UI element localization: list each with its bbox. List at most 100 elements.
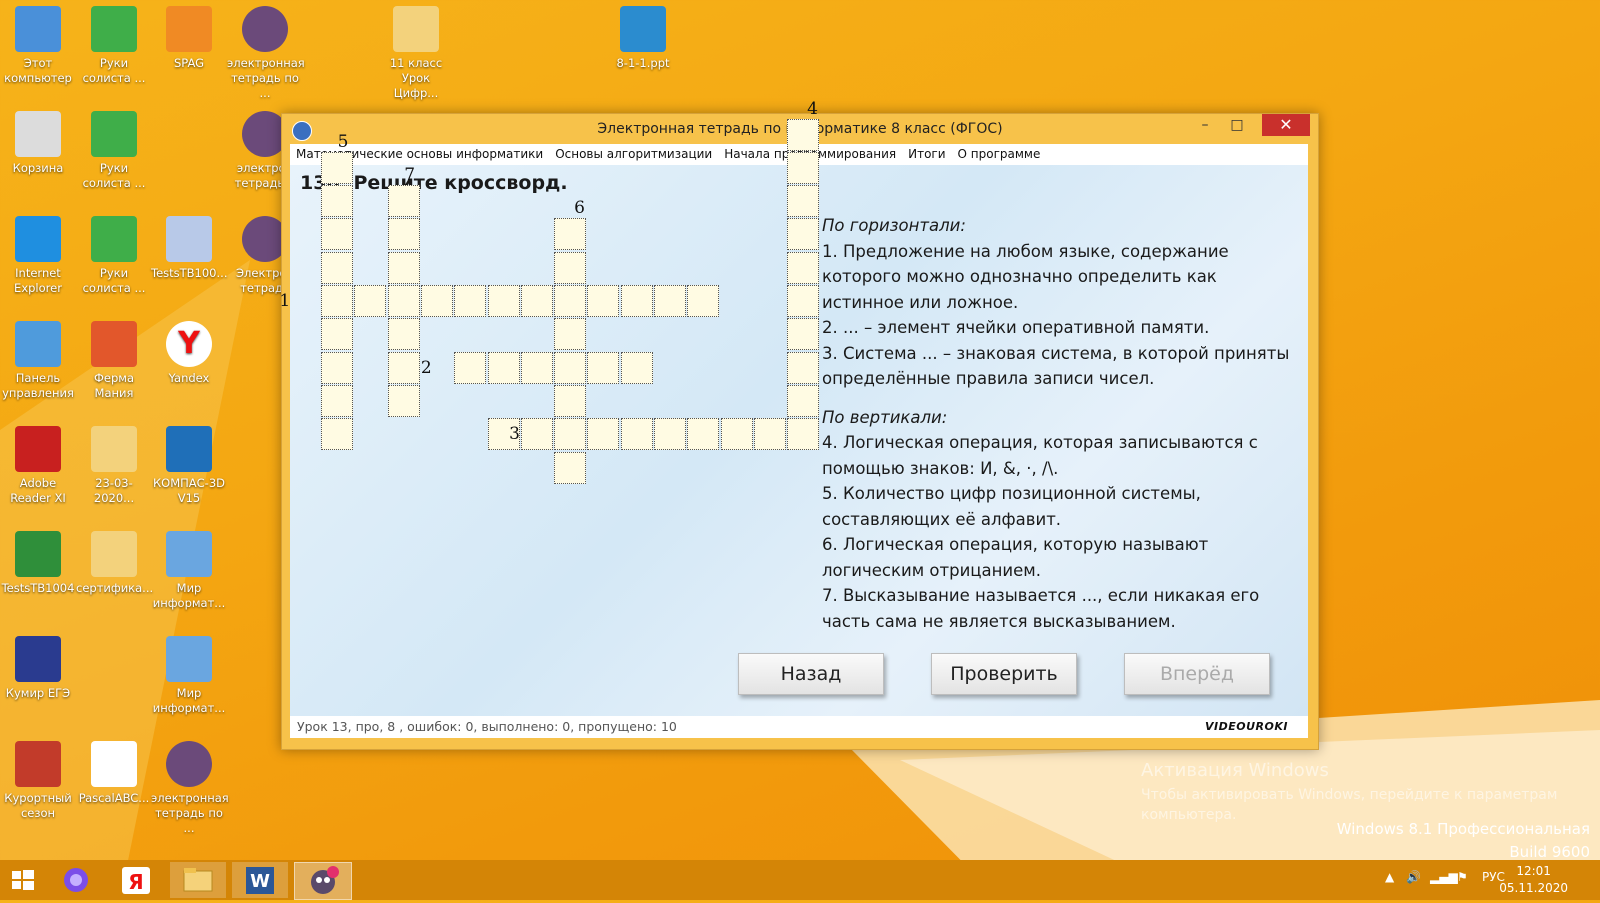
desktop-icon[interactable]: Курортный сезон	[0, 741, 76, 821]
desktop-icon[interactable]: Мир информат...	[151, 636, 227, 716]
crossword-cell[interactable]	[387, 351, 420, 384]
crossword-cell[interactable]	[687, 418, 720, 451]
desktop-icon[interactable]: TestsTB1004	[0, 531, 76, 596]
desktop-icon[interactable]: КОМПАС-3D V15	[151, 426, 227, 506]
desktop-icon[interactable]: Кумир ЕГЭ	[0, 636, 76, 701]
taskbar-word[interactable]: W	[232, 862, 288, 898]
crossword-cell[interactable]	[520, 351, 553, 384]
action-center-icon[interactable]: ⚑	[1457, 870, 1468, 884]
desktop-icon[interactable]: Ферма Мания	[76, 321, 152, 401]
crossword-cell[interactable]	[720, 418, 753, 451]
crossword-cell[interactable]	[387, 251, 420, 284]
crossword-cell[interactable]	[454, 351, 487, 384]
crossword-cell[interactable]	[587, 285, 620, 317]
desktop-icon[interactable]: Adobe Reader XI	[0, 426, 76, 506]
crossword-cell[interactable]	[321, 351, 353, 384]
crossword-cell[interactable]	[554, 351, 587, 384]
crossword-cell[interactable]	[454, 285, 487, 317]
crossword-cell[interactable]	[520, 285, 553, 317]
close-button[interactable]: ✕	[1262, 114, 1310, 136]
crossword-cell[interactable]	[554, 384, 587, 417]
back-button[interactable]: Назад	[738, 653, 884, 695]
maximize-button[interactable]: □	[1222, 114, 1252, 136]
crossword-cell[interactable]	[787, 384, 820, 417]
desktop-icon[interactable]: Руки солиста ...	[76, 111, 152, 191]
alice-button[interactable]	[50, 862, 102, 898]
crossword-cell[interactable]	[321, 151, 353, 184]
crossword-cell[interactable]	[321, 318, 353, 351]
crossword-cell[interactable]	[554, 285, 587, 317]
crossword-cell[interactable]	[787, 151, 820, 184]
desktop-icon[interactable]: 11 класс Урок Цифр...	[378, 6, 454, 101]
menu-results[interactable]: Итоги	[902, 144, 951, 161]
desktop-icon[interactable]: Мир информат...	[151, 531, 227, 611]
crossword-cell[interactable]	[687, 285, 720, 317]
menu-about[interactable]: О программе	[952, 144, 1047, 161]
desktop-icon[interactable]: 23-03-2020...	[76, 426, 152, 506]
desktop-icon[interactable]: Руки солиста ...	[76, 216, 152, 296]
volume-icon[interactable]: 🔊	[1406, 870, 1421, 884]
crossword-cell[interactable]	[787, 318, 820, 351]
crossword-cell[interactable]	[554, 251, 587, 284]
crossword-cell[interactable]	[321, 285, 353, 317]
desktop-icon[interactable]: Internet Explorer	[0, 216, 76, 296]
crossword-cell[interactable]	[620, 418, 653, 451]
crossword-cell[interactable]	[587, 418, 620, 451]
desktop-icon[interactable]: TestsTB100...	[151, 216, 227, 281]
desktop-icon[interactable]: Этот компьютер	[0, 6, 76, 86]
network-icon[interactable]: ▂▄▆	[1430, 870, 1458, 884]
crossword-cell[interactable]	[787, 251, 820, 284]
crossword-cell[interactable]	[387, 285, 420, 317]
crossword-cell[interactable]	[554, 418, 587, 451]
crossword-cell[interactable]	[387, 185, 420, 218]
desktop-icon[interactable]: электронная тетрадь по ...	[227, 6, 305, 101]
start-button[interactable]	[0, 862, 46, 898]
forward-button[interactable]: Вперёд	[1124, 653, 1270, 695]
taskbar-explorer[interactable]	[170, 862, 226, 898]
crossword-cell[interactable]	[321, 418, 353, 451]
check-button[interactable]: Проверить	[931, 653, 1077, 695]
minimize-button[interactable]: –	[1190, 114, 1220, 136]
crossword-cell[interactable]	[787, 351, 820, 384]
crossword-cell[interactable]	[321, 218, 353, 251]
desktop-icon[interactable]: Корзина	[0, 111, 76, 176]
menu-algorithms[interactable]: Основы алгоритмизации	[549, 144, 718, 161]
crossword-cell[interactable]	[487, 285, 520, 317]
desktop-icon[interactable]: сертифика...	[76, 531, 153, 596]
taskbar-e-notebook[interactable]	[294, 862, 352, 900]
taskbar-yandex-browser[interactable]: Я	[108, 862, 164, 898]
crossword-cell[interactable]	[654, 418, 686, 451]
crossword-cell[interactable]	[420, 285, 453, 317]
desktop-icon[interactable]: SPAG	[151, 6, 227, 71]
crossword-cell[interactable]	[387, 384, 420, 417]
crossword-cell[interactable]	[321, 251, 353, 284]
crossword-cell[interactable]	[787, 185, 820, 218]
crossword-cell[interactable]	[321, 384, 353, 417]
crossword-cell[interactable]	[387, 218, 420, 251]
crossword-cell[interactable]	[787, 218, 820, 251]
crossword-cell[interactable]	[620, 351, 653, 384]
crossword-cell[interactable]	[620, 285, 653, 317]
desktop-icon[interactable]: электронная тетрадь по ...	[151, 741, 229, 836]
desktop-icon[interactable]: Y Yandex	[151, 321, 227, 386]
crossword-cell[interactable]	[787, 418, 820, 451]
crossword-cell[interactable]	[587, 351, 620, 384]
desktop-icon[interactable]: PascalABC...	[76, 741, 152, 806]
tray-expand-icon[interactable]: ▲	[1385, 870, 1394, 884]
crossword-cell[interactable]	[787, 118, 820, 151]
crossword-cell[interactable]	[354, 285, 387, 317]
crossword-cell[interactable]	[654, 285, 686, 317]
crossword-cell[interactable]	[787, 285, 820, 317]
clock[interactable]: 12:01 05.11.2020	[1499, 863, 1568, 897]
crossword-cell[interactable]	[753, 418, 786, 451]
crossword-cell[interactable]	[554, 318, 587, 351]
crossword-cell[interactable]	[387, 318, 420, 351]
desktop-icon[interactable]: Панель управления	[0, 321, 76, 401]
crossword-cell[interactable]	[520, 418, 553, 451]
crossword-cell[interactable]	[321, 185, 353, 218]
crossword-cell[interactable]	[554, 218, 587, 251]
crossword-cell[interactable]	[487, 351, 520, 384]
desktop-icon[interactable]: Руки солиста ...	[76, 6, 152, 86]
crossword-cell[interactable]	[554, 451, 587, 484]
desktop-icon[interactable]: 8-1-1.ppt	[605, 6, 681, 71]
